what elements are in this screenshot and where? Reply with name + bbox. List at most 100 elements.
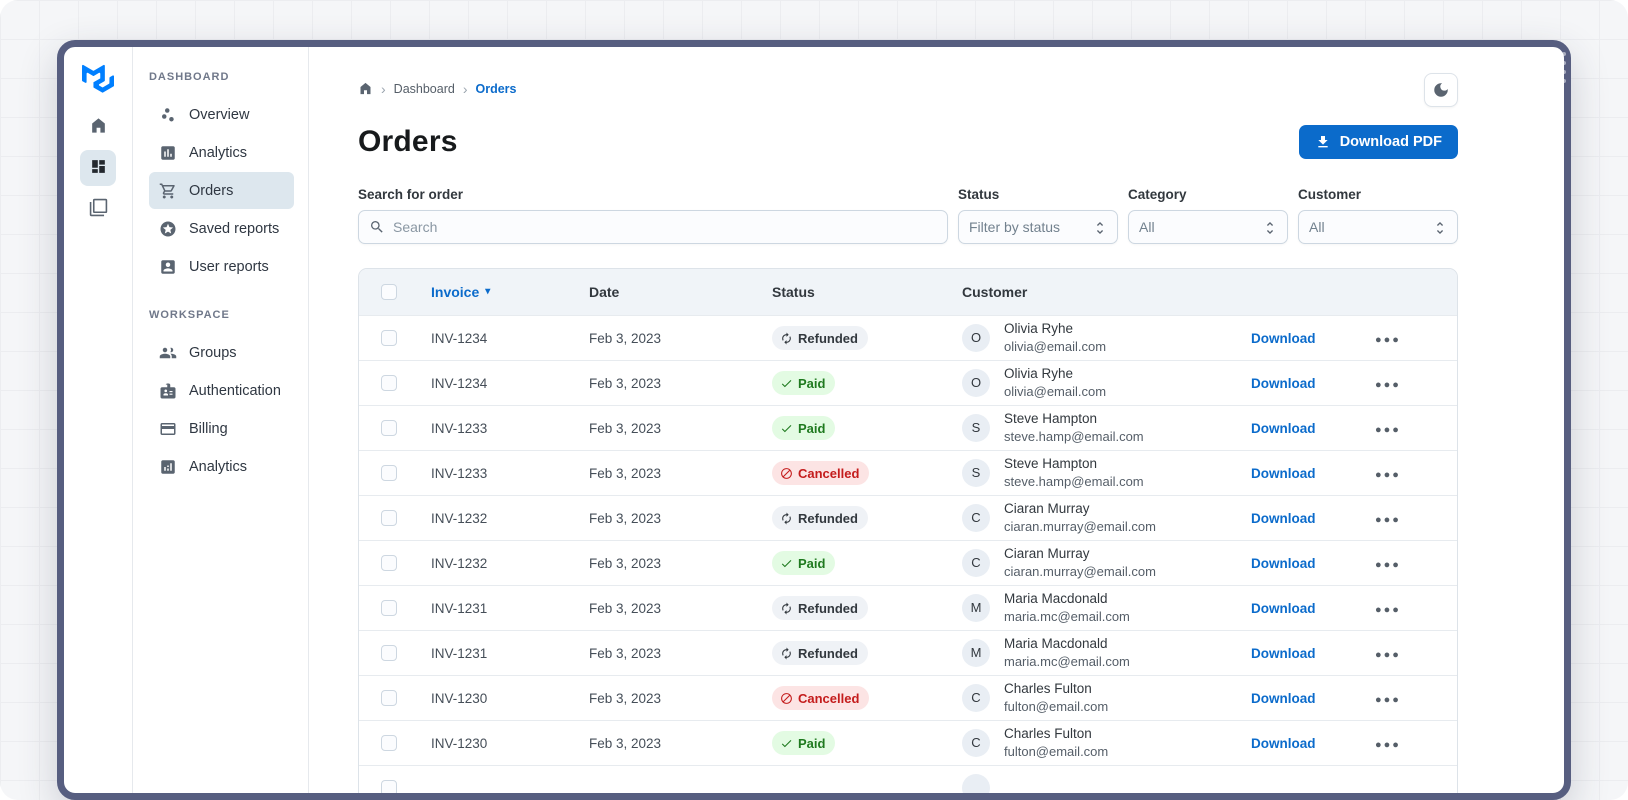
sidebar-item-user-reports[interactable]: User reports: [149, 248, 294, 285]
date-cell: Feb 3, 2023: [589, 600, 662, 616]
status-filter-select[interactable]: Filter by status: [958, 210, 1118, 244]
row-menu-button[interactable]: ●●●: [1361, 604, 1401, 616]
customer-name: Ciaran Murray: [1004, 501, 1090, 517]
row-menu-button[interactable]: ●●●: [1361, 334, 1401, 346]
customer-cell: O Olivia Ryhe olivia@email.com: [962, 320, 1251, 356]
row-checkbox[interactable]: [381, 375, 397, 391]
download-link[interactable]: Download: [1251, 331, 1316, 346]
column-header-customer: Customer: [962, 284, 1028, 300]
sidebar-section-workspace: Groups Authentication Billing Analytics: [149, 334, 294, 485]
customer-cell: C Ciaran Murray ciaran.murray@email.com: [962, 545, 1251, 581]
download-link[interactable]: Download: [1251, 736, 1316, 751]
layers-icon: [89, 198, 108, 220]
status-badge: Paid: [772, 371, 836, 395]
row-checkbox[interactable]: [381, 510, 397, 526]
sidebar-item-orders[interactable]: Orders: [149, 172, 294, 209]
analytics-chart-icon: [159, 458, 177, 476]
table-row: ●●●: [359, 765, 1457, 793]
row-checkbox[interactable]: [381, 645, 397, 661]
row-menu-button[interactable]: ●●●: [1361, 559, 1401, 571]
filter-bar: Search for order Status Filter by status: [358, 187, 1458, 244]
invoice-cell: INV-1232: [431, 510, 488, 526]
download-link[interactable]: Download: [1251, 511, 1316, 526]
rail-layers-button[interactable]: [80, 191, 116, 227]
download-link[interactable]: Download: [1251, 556, 1316, 571]
avatar: O: [962, 368, 990, 397]
row-checkbox[interactable]: [381, 420, 397, 436]
moon-icon: [1432, 81, 1450, 99]
table-body: INV-1234 Feb 3, 2023 Refunded O Olivia R…: [359, 315, 1457, 793]
row-menu-button[interactable]: ●●●: [1361, 424, 1401, 436]
sidebar-item-analytics[interactable]: Analytics: [149, 448, 294, 485]
table-header-row: Invoice ▾ Date Status Customer: [359, 269, 1457, 315]
row-checkbox[interactable]: [381, 735, 397, 751]
sidebar-item-groups[interactable]: Groups: [149, 334, 294, 371]
avatar: C: [962, 548, 990, 577]
rail-home-button[interactable]: [80, 109, 116, 145]
customer-email: steve.hamp@email.com: [1004, 429, 1144, 445]
download-pdf-button[interactable]: Download PDF: [1298, 125, 1458, 159]
row-checkbox[interactable]: [381, 330, 397, 346]
avatar: M: [962, 593, 990, 622]
unfold-more-icon: [1262, 220, 1277, 235]
customer-filter-select[interactable]: All: [1298, 210, 1458, 244]
sidebar-item-analytics[interactable]: Analytics: [149, 134, 294, 171]
row-checkbox[interactable]: [381, 465, 397, 481]
sidebar-item-saved-reports[interactable]: Saved reports: [149, 210, 294, 247]
row-menu-button[interactable]: ●●●: [1361, 694, 1401, 706]
download-link[interactable]: Download: [1251, 421, 1316, 436]
row-checkbox[interactable]: [381, 600, 397, 616]
customer-cell: S Steve Hampton steve.hamp@email.com: [962, 410, 1251, 446]
breadcrumb-dashboard[interactable]: Dashboard: [394, 82, 455, 96]
download-link[interactable]: Download: [1251, 601, 1316, 616]
customer-name: Charles Fulton: [1004, 726, 1092, 742]
date-cell: Feb 3, 2023: [589, 735, 662, 751]
id-badge-icon: [159, 382, 177, 400]
invoice-cell: INV-1230: [431, 690, 488, 706]
row-menu-button[interactable]: ●●●: [1361, 379, 1401, 391]
search-input[interactable]: [393, 219, 937, 235]
customer-email: ciaran.murray@email.com: [1004, 564, 1156, 580]
row-menu-button[interactable]: ●●●: [1361, 514, 1401, 526]
date-cell: Feb 3, 2023: [589, 645, 662, 661]
row-menu-button[interactable]: ●●●: [1361, 469, 1401, 481]
row-menu-button[interactable]: ●●●: [1361, 739, 1401, 751]
invoice-cell: INV-1234: [431, 375, 488, 391]
category-filter-label: Category: [1128, 187, 1187, 202]
chevron-right-icon: ›: [462, 80, 468, 97]
sidebar-item-authentication[interactable]: Authentication: [149, 372, 294, 409]
select-all-checkbox[interactable]: [381, 284, 397, 300]
row-menu-button[interactable]: ●●●: [1361, 649, 1401, 661]
customer-email: olivia@email.com: [1004, 384, 1107, 400]
sidebar-section-title: DASHBOARD: [149, 71, 230, 83]
download-link[interactable]: Download: [1251, 376, 1316, 391]
window-scrollbar-dots[interactable]: [1562, 52, 1567, 88]
date-cell: Feb 3, 2023: [589, 375, 662, 391]
customer-cell: C Charles Fulton fulton@email.com: [962, 680, 1251, 716]
sidebar-item-label: Overview: [189, 106, 250, 123]
row-checkbox[interactable]: [381, 555, 397, 571]
date-cell: Feb 3, 2023: [589, 690, 662, 706]
customer-email: fulton@email.com: [1004, 744, 1109, 760]
download-link[interactable]: Download: [1251, 646, 1316, 661]
status-badge: Paid: [772, 551, 836, 575]
sidebar-item-billing[interactable]: Billing: [149, 410, 294, 447]
category-filter-select[interactable]: All: [1128, 210, 1288, 244]
row-checkbox[interactable]: [381, 690, 397, 706]
credit-card-icon: [159, 420, 177, 438]
home-icon[interactable]: [358, 81, 373, 96]
column-header-date: Date: [589, 284, 620, 300]
download-link[interactable]: Download: [1251, 466, 1316, 481]
mui-logo: [82, 64, 114, 93]
dark-mode-toggle[interactable]: [1424, 73, 1458, 107]
sidebar-item-label: Billing: [189, 420, 228, 437]
rail-dashboard-button[interactable]: [80, 150, 116, 186]
customer-name: Charles Fulton: [1004, 681, 1092, 697]
customer-name: Olivia Ryhe: [1004, 366, 1074, 382]
customer-cell: [962, 774, 1251, 793]
download-link[interactable]: Download: [1251, 691, 1316, 706]
row-checkbox[interactable]: [381, 780, 397, 793]
column-header-invoice[interactable]: Invoice ▾: [431, 284, 589, 300]
sidebar-item-overview[interactable]: Overview: [149, 96, 294, 133]
star-circle-icon: [159, 220, 177, 238]
